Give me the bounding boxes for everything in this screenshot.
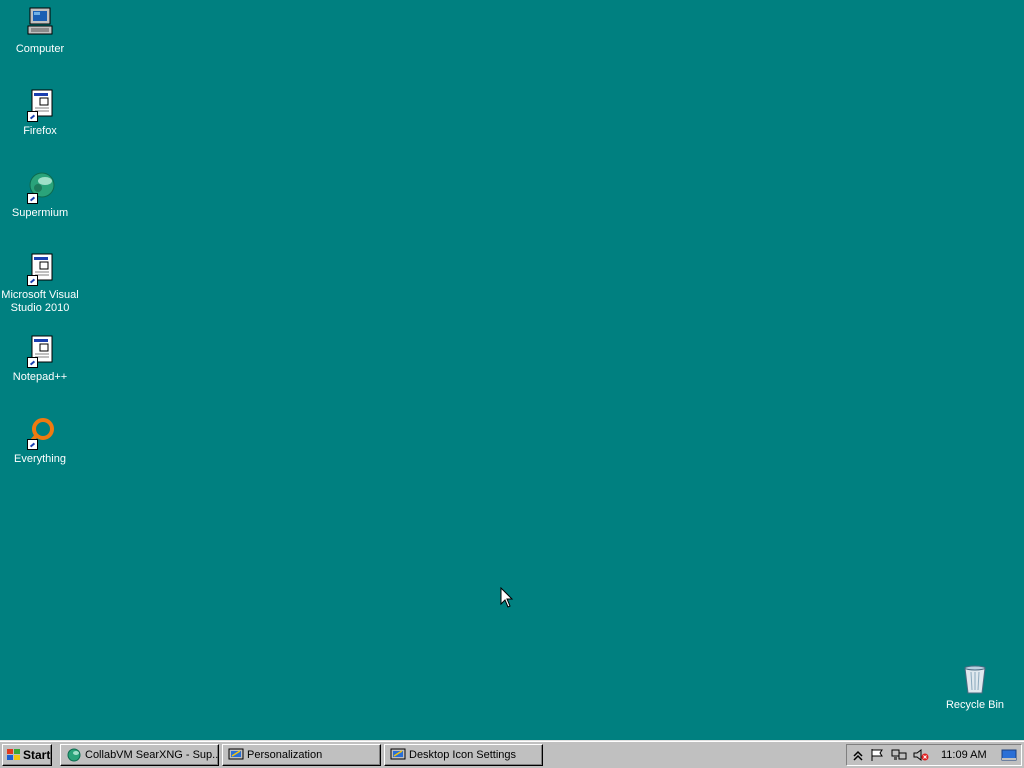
network-icon[interactable] — [891, 748, 907, 762]
desktop-icon-supermium[interactable]: Supermium — [0, 170, 80, 220]
start-label: Start — [23, 748, 51, 762]
personalization-icon — [390, 748, 406, 760]
desktop-icon-notepad-plus-plus[interactable]: Notepad++ — [0, 334, 80, 384]
taskbar-button-personalization[interactable]: Personalization — [222, 744, 381, 766]
taskbar-clock[interactable]: 11:09 AM — [941, 745, 987, 765]
desktop-icon-visual-studio[interactable]: Microsoft Visual Studio 2010 — [0, 252, 80, 315]
computer-icon — [23, 6, 57, 40]
desktop-icon-label: Supermium — [11, 207, 69, 219]
desktop-icon-label: Microsoft Visual Studio 2010 — [1, 289, 79, 314]
desktop-icon-recycle-bin[interactable]: Recycle Bin — [935, 662, 1015, 712]
supermium-icon — [23, 170, 57, 204]
action-center-flag-icon[interactable] — [869, 748, 885, 762]
taskbar-button-collabvm-searxng[interactable]: CollabVM SearXNG - Sup... — [60, 744, 219, 766]
shortcut-document-icon — [23, 334, 57, 368]
shortcut-arrow-icon — [27, 193, 38, 204]
desktop-icon-label: Notepad++ — [12, 371, 68, 383]
show-desktop-icon[interactable] — [1001, 748, 1017, 762]
desktop-icon-label: Computer — [15, 43, 65, 55]
shortcut-arrow-icon — [27, 111, 38, 122]
supermium-icon — [67, 748, 81, 762]
desktop-icon-label: Recycle Bin — [945, 699, 1005, 711]
personalization-icon — [228, 748, 244, 760]
shortcut-document-icon — [23, 88, 57, 122]
show-hidden-icons-icon[interactable] — [850, 748, 866, 762]
recycle-bin-icon — [958, 662, 992, 696]
everything-icon — [23, 416, 57, 450]
desktop-icon-firefox[interactable]: Firefox — [0, 88, 80, 138]
taskbar-button-desktop-icon-settings[interactable]: Desktop Icon Settings — [384, 744, 543, 766]
volume-muted-icon[interactable] — [913, 748, 929, 762]
shortcut-document-icon — [23, 252, 57, 286]
taskbar-button-label: Desktop Icon Settings — [409, 749, 517, 761]
desktop-icon-label: Everything — [14, 453, 66, 465]
system-tray: 11:09 AM — [846, 744, 1022, 766]
shortcut-arrow-icon — [27, 357, 38, 368]
desktop: Computer Firefox Supermium Microsoft Vis… — [0, 0, 1024, 740]
taskbar-button-label: CollabVM SearXNG - Sup... — [85, 749, 219, 761]
desktop-icon-everything[interactable]: Everything — [0, 416, 80, 466]
shortcut-arrow-icon — [27, 439, 38, 450]
windows-logo-icon — [7, 749, 20, 760]
mouse-cursor-icon — [500, 587, 514, 608]
start-button[interactable]: Start — [2, 744, 52, 766]
taskbar: Start CollabVM SearXNG - Sup... Personal… — [0, 740, 1024, 768]
desktop-icon-label: Firefox — [23, 125, 57, 137]
shortcut-arrow-icon — [27, 275, 38, 286]
taskbar-button-label: Personalization — [247, 749, 323, 761]
desktop-icon-computer[interactable]: Computer — [0, 6, 80, 56]
